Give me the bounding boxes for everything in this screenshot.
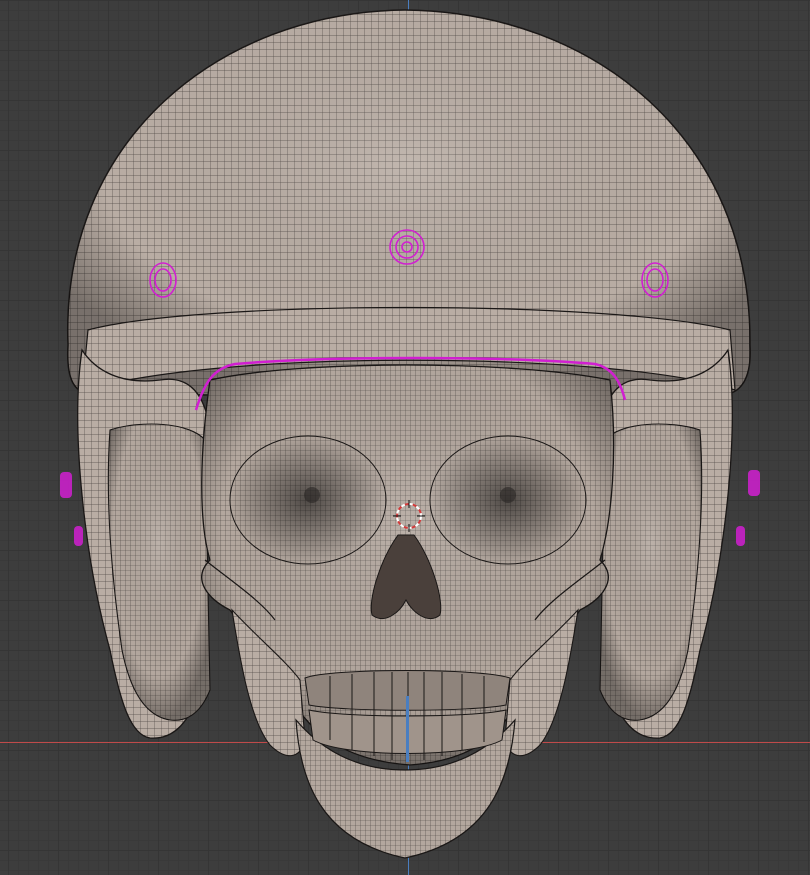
left-ear-flap[interactable] xyxy=(77,348,211,739)
right-ear-flap[interactable] xyxy=(599,348,733,739)
side-snap-right[interactable] xyxy=(736,470,760,546)
mesh-scene[interactable] xyxy=(0,0,810,875)
teeth[interactable] xyxy=(304,670,511,763)
3d-viewport[interactable] xyxy=(0,0,810,875)
side-snap-left[interactable] xyxy=(60,472,83,546)
